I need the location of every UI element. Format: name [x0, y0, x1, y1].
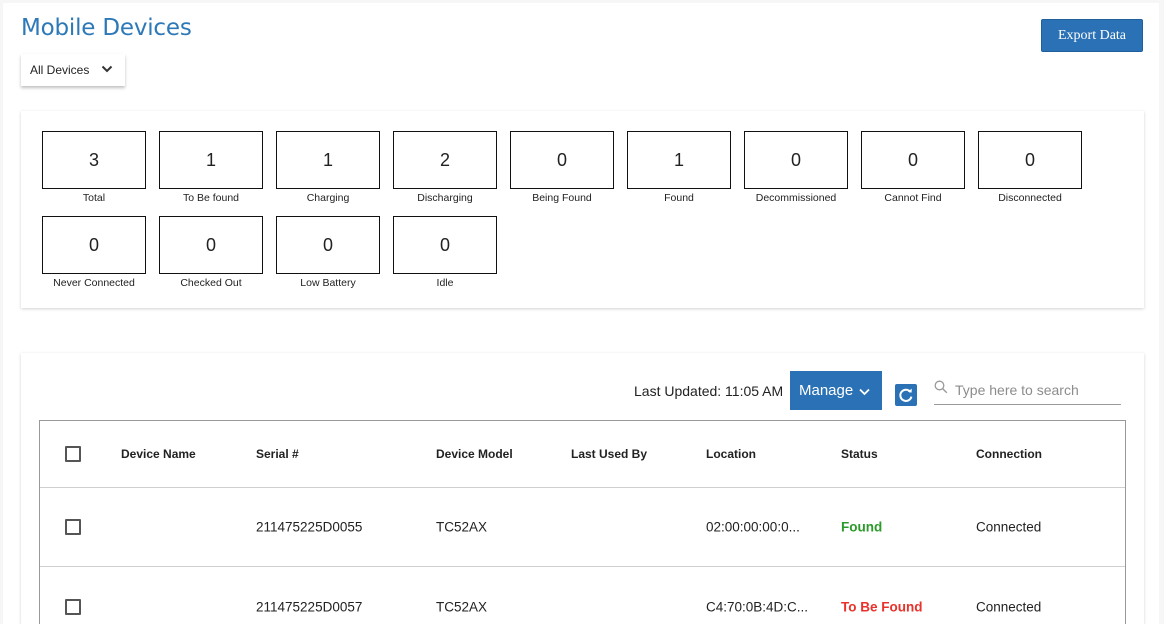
column-header-serial[interactable]: Serial # [256, 447, 299, 461]
stat-label: Being Found [532, 192, 592, 204]
stat-never-connected[interactable]: 0 Never Connected [42, 216, 146, 289]
stat-value: 0 [510, 131, 614, 189]
stat-value: 1 [159, 131, 263, 189]
table-header-row: Device Name Serial # Device Model Last U… [40, 421, 1125, 488]
stat-disconnected[interactable]: 0 Disconnected [978, 131, 1082, 204]
stat-label: Cannot Find [884, 192, 942, 204]
manage-button[interactable]: Manage [790, 371, 882, 410]
last-updated-text: Last Updated: 11:05 AM [634, 383, 784, 399]
cell-status: Found [841, 519, 883, 535]
stat-label: Discharging [417, 192, 473, 204]
devices-table-panel: Last Updated: 11:05 AM Manage Device [21, 353, 1144, 624]
refresh-icon [899, 388, 913, 402]
stat-value: 3 [42, 131, 146, 189]
stat-label: Idle [436, 277, 454, 289]
manage-button-label: Manage [799, 382, 854, 399]
stat-decommissioned[interactable]: 0 Decommissioned [744, 131, 848, 204]
row-checkbox[interactable] [65, 519, 81, 535]
stat-discharging[interactable]: 2 Discharging [393, 131, 497, 204]
stat-to-be-found[interactable]: 1 To Be found [159, 131, 263, 204]
stat-label: Low Battery [300, 277, 356, 289]
device-filter-value: All Devices [30, 63, 90, 77]
column-header-device-model[interactable]: Device Model [436, 447, 513, 461]
stat-label: Decommissioned [755, 192, 837, 204]
devices-table: Device Name Serial # Device Model Last U… [39, 420, 1126, 624]
stat-found[interactable]: 1 Found [627, 131, 731, 204]
cell-device-model: TC52AX [436, 599, 488, 614]
stat-idle[interactable]: 0 Idle [393, 216, 497, 289]
column-header-location[interactable]: Location [706, 447, 756, 461]
cell-connection: Connected [976, 519, 1042, 535]
stat-cannot-find[interactable]: 0 Cannot Find [861, 131, 965, 204]
stat-value: 0 [42, 216, 146, 274]
stat-being-found[interactable]: 0 Being Found [510, 131, 614, 204]
column-header-last-used-by[interactable]: Last Used By [571, 447, 647, 461]
table-row[interactable]: 211475225D0057 TC52AX C4:70:0B:4D:C... T… [40, 567, 1125, 624]
column-header-connection[interactable]: Connection [976, 447, 1042, 461]
stat-label: Charging [306, 192, 350, 204]
chevron-down-icon [101, 65, 113, 73]
stat-checked-out[interactable]: 0 Checked Out [159, 216, 263, 289]
cell-location: C4:70:0B:4D:C... [706, 599, 809, 614]
stat-value: 0 [159, 216, 263, 274]
cell-connection: Connected [976, 599, 1042, 614]
stat-label: Found [664, 192, 694, 204]
search-icon [934, 380, 948, 394]
cell-serial: 211475225D0057 [256, 599, 363, 614]
cell-location: 02:00:00:00:0... [706, 519, 800, 535]
stat-charging[interactable]: 1 Charging [276, 131, 380, 204]
stats-panel: 3 Total 1 To Be found 1 Charging 2 Disch… [21, 111, 1144, 308]
stat-value: 0 [978, 131, 1082, 189]
table-row[interactable]: 211475225D0055 TC52AX 02:00:00:00:0... F… [40, 488, 1125, 567]
stat-value: 0 [393, 216, 497, 274]
stat-label: Total [82, 192, 106, 204]
page: Mobile Devices Export Data All Devices 3… [0, 0, 1164, 624]
stat-low-battery[interactable]: 0 Low Battery [276, 216, 380, 289]
export-data-button[interactable]: Export Data [1041, 19, 1143, 52]
cell-serial: 211475225D0055 [256, 519, 363, 535]
stat-value: 0 [276, 216, 380, 274]
stat-value: 0 [744, 131, 848, 189]
stat-value: 1 [276, 131, 380, 189]
search-input[interactable] [955, 379, 1120, 401]
column-header-device-name[interactable]: Device Name [121, 447, 196, 461]
stat-value: 2 [393, 131, 497, 189]
stat-label: Disconnected [998, 192, 1062, 204]
cell-status: To Be Found [841, 599, 923, 614]
stat-value: 0 [861, 131, 965, 189]
device-filter-dropdown[interactable]: All Devices [21, 54, 125, 86]
select-all-checkbox[interactable] [65, 446, 81, 462]
refresh-button[interactable] [895, 384, 917, 406]
cell-device-model: TC52AX [436, 519, 488, 535]
stat-label: Checked Out [180, 277, 242, 289]
chevron-down-icon [859, 388, 870, 395]
page-title: Mobile Devices [21, 15, 192, 41]
stat-label: To Be found [182, 192, 240, 204]
column-header-status[interactable]: Status [841, 447, 878, 461]
stat-total[interactable]: 3 Total [42, 131, 146, 204]
search-box [934, 375, 1121, 405]
row-checkbox[interactable] [65, 598, 81, 615]
stat-label: Never Connected [53, 277, 135, 289]
stat-value: 1 [627, 131, 731, 189]
